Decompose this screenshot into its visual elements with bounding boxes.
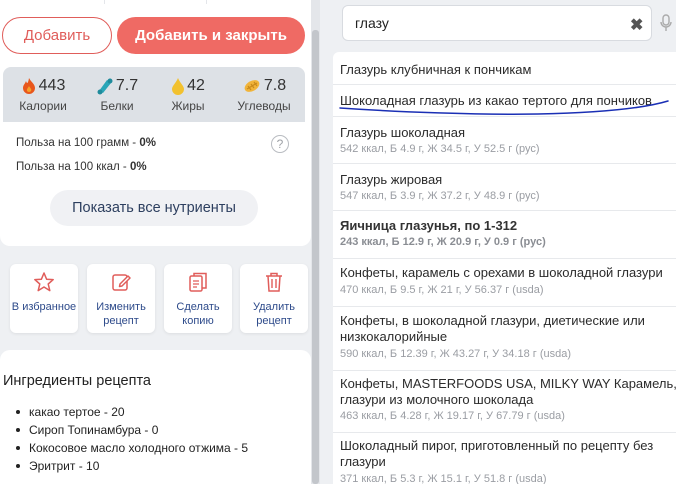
- left-scrollbar-thumb[interactable]: [312, 30, 319, 484]
- benefit-per-100kcal-value: 0%: [129, 161, 147, 173]
- search-result-item[interactable]: Конфеты, в шоколадной глазури, диетическ…: [333, 307, 676, 371]
- search-result-item[interactable]: Глазурь шоколадная 542 ккал, Б 4.9 г, Ж …: [333, 117, 676, 164]
- fat-label: Жиры: [171, 99, 205, 113]
- delete-recipe-button[interactable]: Удалить рецепт: [240, 264, 308, 333]
- star-icon: [34, 272, 54, 292]
- trash-icon: [266, 272, 282, 292]
- search-result-item[interactable]: Глазурь клубничная к пончикам: [333, 52, 676, 85]
- food-search-panel: ✖ Глазурь клубничная к пончикам Шоколадн…: [320, 0, 676, 484]
- result-nutrition-info: 590 ккал, Б 12.39 г, Ж 43.27 г, У 34.18 …: [340, 348, 572, 360]
- nutrient-calories: 443 Калории: [13, 75, 73, 113]
- result-name-line-2: глазури: [340, 454, 386, 469]
- favorite-button[interactable]: В избранное: [10, 264, 78, 333]
- benefit-per-100g-value: 0%: [139, 137, 156, 149]
- calories-value: 443: [38, 77, 66, 94]
- result-nutrition-info: 463 ккал, Б 4.28 г, Ж 19.17 г, У 67.79 г…: [340, 410, 565, 422]
- protein-value: 7.7: [115, 77, 139, 94]
- search-result-item[interactable]: Шоколадный пирог, приготовленный по реце…: [333, 433, 676, 484]
- ingredient-item: Сироп Топинамбура - 0: [16, 421, 248, 439]
- clear-search-icon[interactable]: ✖: [630, 15, 643, 35]
- delete-recipe-label: Удалить рецепт: [253, 301, 295, 327]
- nutrients-bar: 443 Калории 7.7 Белки 42 Жиры 7.8 Углево…: [3, 67, 305, 122]
- add-and-close-button[interactable]: Добавить и закрыть: [117, 17, 305, 54]
- handwritten-underline: [339, 100, 669, 115]
- result-name-line-2: глазури из молочного шоколада: [340, 392, 534, 407]
- carb-icon: [244, 80, 260, 92]
- result-name: Яичница глазунья, по 1-312: [340, 218, 518, 233]
- copy-recipe-label: Сделать копию: [176, 301, 220, 327]
- nutrient-protein: 7.7 Белки: [89, 75, 145, 113]
- recipe-panel: Добавить Добавить и закрыть 443 Калории …: [0, 0, 311, 484]
- search-result-item[interactable]: Конфеты, карамель с орехами в шоколадной…: [333, 259, 676, 307]
- result-nutrition-info: 371 ккал, Б 5.3 г, Ж 15.1 г, У 51.8 г (u…: [340, 473, 547, 484]
- show-all-nutrients-button[interactable]: Показать все нутриенты: [50, 190, 258, 226]
- ingredient-item: какао тертое - 20: [16, 403, 248, 421]
- calories-label: Калории: [19, 99, 67, 113]
- copy-recipe-button[interactable]: Сделать копию: [164, 264, 232, 333]
- ingredients-list: какао тертое - 20 Сироп Топинамбура - 0 …: [16, 403, 248, 475]
- search-box: ✖: [342, 5, 652, 41]
- benefit-per-100kcal: Польза на 100 ккал - 0%: [16, 161, 147, 173]
- ingredient-item: Кокосовое масло холодного отжима - 5: [16, 439, 248, 457]
- nutrient-fat: 42 Жиры: [163, 75, 213, 113]
- result-nutrition-info: 542 ккал, Б 4.9 г, Ж 34.5 г, У 52.5 г (р…: [340, 143, 540, 155]
- result-name-line-1: Конфеты, в шоколадной глазури, диетическ…: [340, 313, 645, 328]
- result-nutrition-info: 470 ккал, Б 9.5 г, Ж 21 г, У 56.37 г (us…: [340, 284, 544, 296]
- copy-icon: [189, 272, 207, 292]
- top-tab-dividers: [0, 0, 311, 4]
- carbs-label: Углеводы: [237, 99, 291, 113]
- help-icon[interactable]: ?: [271, 135, 289, 153]
- benefit-per-100g-label: Польза на 100 грамм -: [16, 137, 140, 149]
- protein-icon: [97, 78, 113, 95]
- add-button[interactable]: Добавить: [2, 17, 112, 54]
- nutrient-carbs: 7.8 Углеводы: [231, 75, 297, 113]
- edit-recipe-label: Изменить рецепт: [96, 301, 146, 327]
- edit-icon: [112, 274, 131, 291]
- ingredient-item: Эритрит - 10: [16, 457, 248, 475]
- result-nutrition-info: 547 ккал, Б 3.9 г, Ж 37.2 г, У 48.9 г (р…: [340, 190, 540, 202]
- result-name: Глазурь жировая: [340, 172, 443, 187]
- carbs-value: 7.8: [263, 77, 287, 94]
- benefit-per-100g: Польза на 100 грамм - 0%: [16, 137, 156, 149]
- result-nutrition-info: 243 ккал, Б 12.9 г, Ж 20.9 г, У 0.9 г (р…: [340, 236, 546, 248]
- microphone-icon[interactable]: [660, 14, 672, 32]
- search-result-item[interactable]: Глазурь жировая 547 ккал, Б 3.9 г, Ж 37.…: [333, 164, 676, 211]
- benefit-per-100kcal-label: Польза на 100 ккал -: [16, 161, 130, 173]
- edit-recipe-button[interactable]: Изменить рецепт: [87, 264, 155, 333]
- drop-icon: [172, 78, 185, 95]
- result-name: Глазурь клубничная к пончикам: [340, 62, 532, 77]
- result-name-line-2: низкокалорийные: [340, 329, 448, 344]
- result-name-line-1: Конфеты, MASTERFOODS USA, MILKY WAY Кара…: [340, 376, 676, 391]
- fat-value: 42: [187, 77, 205, 94]
- search-result-item[interactable]: Конфеты, MASTERFOODS USA, MILKY WAY Кара…: [333, 371, 676, 433]
- favorite-label: В избранное: [11, 301, 77, 313]
- result-name-line-1: Шоколадный пирог, приготовленный по реце…: [340, 438, 654, 453]
- search-input[interactable]: [355, 15, 605, 31]
- fire-icon: [22, 78, 35, 94]
- ingredients-title: Ингредиенты рецепта: [3, 373, 151, 389]
- search-result-item[interactable]: Яичница глазунья, по 1-312 243 ккал, Б 1…: [333, 211, 676, 259]
- result-name: Глазурь шоколадная: [340, 125, 466, 140]
- protein-label: Белки: [100, 99, 134, 113]
- result-name: Конфеты, карамель с орехами в шоколадной…: [340, 265, 663, 280]
